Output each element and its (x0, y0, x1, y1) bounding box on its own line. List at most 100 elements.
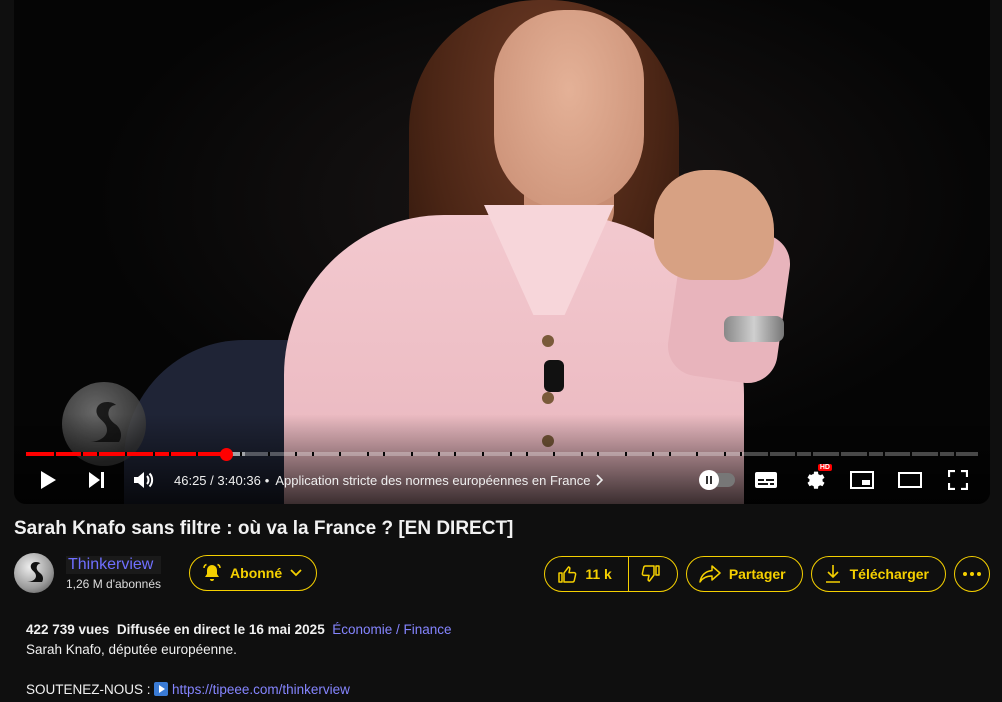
chapter-gap (152, 452, 155, 456)
current-time: 46:25 (174, 472, 207, 488)
chapter-gap (740, 452, 742, 456)
duration: 3:40:36 (217, 472, 261, 488)
description-meta: 422 739 vues Diffusée en direct le 16 ma… (26, 620, 978, 640)
more-actions-button[interactable] (954, 556, 990, 592)
chapter-gap (668, 452, 671, 456)
chapter-gap (81, 452, 84, 456)
chapter-gap (196, 452, 199, 456)
chapter-gap (366, 452, 369, 456)
tipeee-link[interactable]: https://tipeee.com/thinkerview (172, 682, 350, 697)
view-count: 422 739 vues (26, 622, 110, 637)
description-blank-line (26, 660, 978, 680)
like-dislike-group: 11 k (544, 556, 678, 592)
theater-icon (898, 472, 922, 488)
fullscreen-icon (948, 470, 968, 490)
time-separator: / (210, 472, 214, 488)
autoplay-knob (699, 470, 719, 490)
swan-logo-icon (27, 562, 44, 582)
chapter-gap (525, 452, 528, 456)
download-icon (825, 565, 840, 583)
player-controls: 46:25 / 3:40:36 • Application stricte de… (14, 462, 990, 498)
chapter-title: Application stricte des normes européenn… (275, 472, 591, 488)
chapter-gap (597, 452, 600, 456)
play-button-emoji-icon (154, 682, 169, 696)
blouse-button (542, 335, 554, 347)
download-button[interactable]: Télécharger (810, 556, 946, 592)
chapter-gap (954, 452, 957, 456)
volume-icon (134, 472, 154, 488)
chapter-gap (311, 452, 314, 456)
chapter-gap (125, 452, 127, 456)
chapter-gap (652, 452, 655, 456)
chapter-gap (581, 452, 584, 456)
mute-button[interactable] (120, 462, 168, 498)
chapter-button[interactable]: • Application stricte des normes europée… (265, 473, 605, 488)
channel-info: Thinkerview 1,26 M d'abonnés (66, 555, 162, 591)
scrubber-handle[interactable] (219, 447, 233, 461)
play-button[interactable] (24, 462, 72, 498)
thumbs-up-icon (558, 566, 577, 583)
dislike-button[interactable] (627, 556, 678, 592)
share-label: Partager (728, 566, 786, 582)
progress-bar[interactable] (26, 447, 978, 461)
chapter-gap (53, 452, 56, 456)
bell-icon (203, 563, 221, 581)
thumbs-down-icon (641, 565, 660, 582)
support-line: SOUTENEZ-NOUS : https://tipeee.com/think… (26, 680, 978, 700)
next-icon (89, 472, 104, 488)
chapter-gap (882, 452, 885, 456)
autoplay-toggle[interactable] (694, 462, 742, 498)
chapter-gap (454, 452, 457, 456)
share-button[interactable]: Partager (685, 556, 803, 592)
chapter-gap (97, 452, 100, 456)
wrist-watch (724, 316, 784, 342)
pause-icon (706, 476, 712, 484)
category-link[interactable]: Économie / Finance (332, 622, 451, 637)
theater-mode-button[interactable] (886, 462, 934, 498)
chapter-gap (383, 452, 385, 456)
channel-avatar[interactable] (14, 553, 54, 593)
blouse-button (542, 392, 554, 404)
chapter-gap (839, 452, 841, 456)
chapter-gap (624, 452, 627, 456)
chapter-gap (295, 452, 298, 456)
video-title: Sarah Knafo sans filtre : où va la Franc… (14, 518, 514, 539)
subscribe-label: Abonné (230, 565, 283, 581)
share-icon (699, 565, 721, 583)
time-display: 46:25 / 3:40:36 (174, 473, 261, 488)
download-label: Télécharger (849, 566, 929, 582)
chapter-gap (723, 452, 726, 456)
subtitles-button[interactable] (742, 462, 790, 498)
youtube-watch-page: 46:25 / 3:40:36 • Application stricte de… (0, 0, 1002, 702)
support-label: SOUTENEZ-NOUS : (26, 682, 151, 697)
video-owner-row: Thinkerview 1,26 M d'abonnés Abonné (14, 552, 318, 594)
description-box[interactable]: 422 739 vues Diffusée en direct le 16 ma… (14, 610, 990, 702)
like-count: 11 k (585, 566, 612, 582)
next-button[interactable] (72, 462, 120, 498)
hd-badge: HD (817, 464, 832, 471)
chapter-gap (910, 452, 913, 456)
subtitles-icon (755, 472, 777, 488)
chapter-markers (26, 452, 978, 456)
subscribed-button[interactable]: Abonné (189, 555, 318, 591)
player-right-controls: HD (694, 462, 982, 498)
autoplay-track (699, 470, 735, 490)
chapter-gap (696, 452, 699, 456)
broadcast-date: Diffusée en direct le 16 mai 2025 (116, 622, 325, 637)
chapter-bullet: • (264, 472, 270, 488)
video-actions: 11 k Partager Télécharger (544, 556, 990, 592)
chevron-right-icon (596, 474, 604, 486)
like-button[interactable]: 11 k (544, 556, 629, 592)
settings-button[interactable]: HD (790, 462, 838, 498)
chapter-gap (811, 452, 814, 456)
subscriber-count: 1,26 M d'abonnés (66, 576, 162, 591)
gear-icon (807, 471, 825, 489)
miniplayer-button[interactable] (838, 462, 886, 498)
chapter-gap (938, 452, 941, 456)
fullscreen-button[interactable] (934, 462, 982, 498)
video-player[interactable]: 46:25 / 3:40:36 • Application stricte de… (14, 0, 990, 504)
more-icon (963, 572, 981, 576)
play-icon (41, 471, 56, 489)
channel-name-link[interactable]: Thinkerview (66, 555, 162, 574)
chapter-gap (240, 452, 243, 456)
